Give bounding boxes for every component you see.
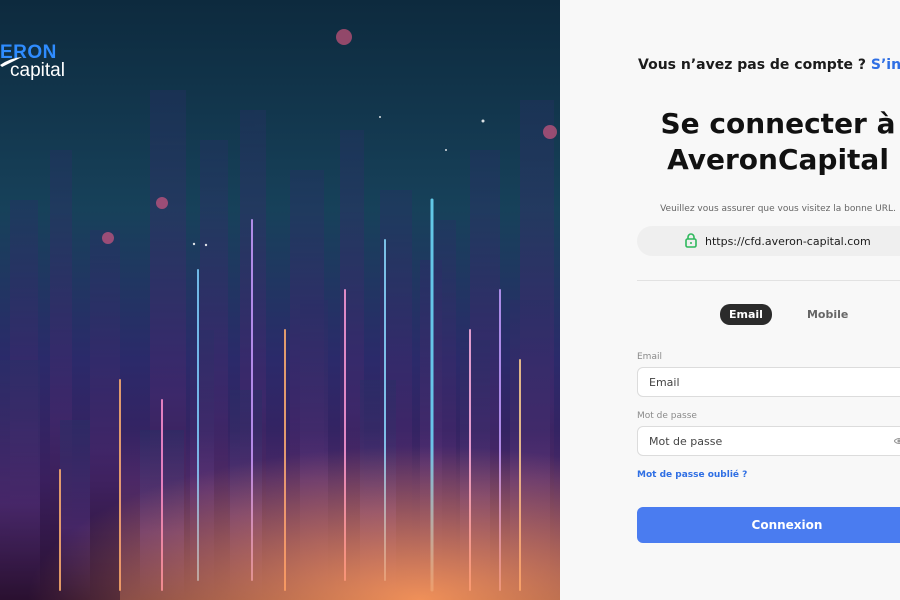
password-label: Mot de passe [637,411,697,421]
city-skyline-illustration [0,29,560,600]
eye-icon[interactable] [894,436,900,446]
signup-prompt: Vous n’avez pas de compte ? S’inscr [638,57,900,73]
login-panel: Vous n’avez pas de compte ? S’inscr Se c… [560,0,900,600]
url-text: https://cfd.averon-capital.com [705,234,871,248]
divider [637,280,900,281]
page-title: Se connecter à AveronCapital [560,106,900,178]
url-verify-text: Veuillez vous assurer que vous visitez l… [660,204,896,214]
signup-prompt-text: Vous n’avez pas de compte ? [638,57,867,73]
login-button[interactable]: Connexion [637,507,900,543]
forgot-password-link[interactable]: Mot de passe oublié ? [637,470,747,480]
tab-mobile[interactable]: Mobile [798,304,857,325]
logo-text-bottom: capital [10,60,65,81]
url-badge: https://cfd.averon-capital.com [637,226,900,256]
lock-icon [685,233,697,248]
title-line-2: AveronCapital [667,143,889,176]
tab-email[interactable]: Email [720,304,772,325]
login-method-tabs: Email Mobile [720,304,857,325]
password-field[interactable] [637,426,900,456]
hero-background-image: ERON capital [0,0,560,600]
email-field[interactable] [637,367,900,397]
email-label: Email [637,352,662,362]
title-line-1: Se connecter à [660,107,896,140]
signup-link[interactable]: S’inscr [871,57,900,73]
